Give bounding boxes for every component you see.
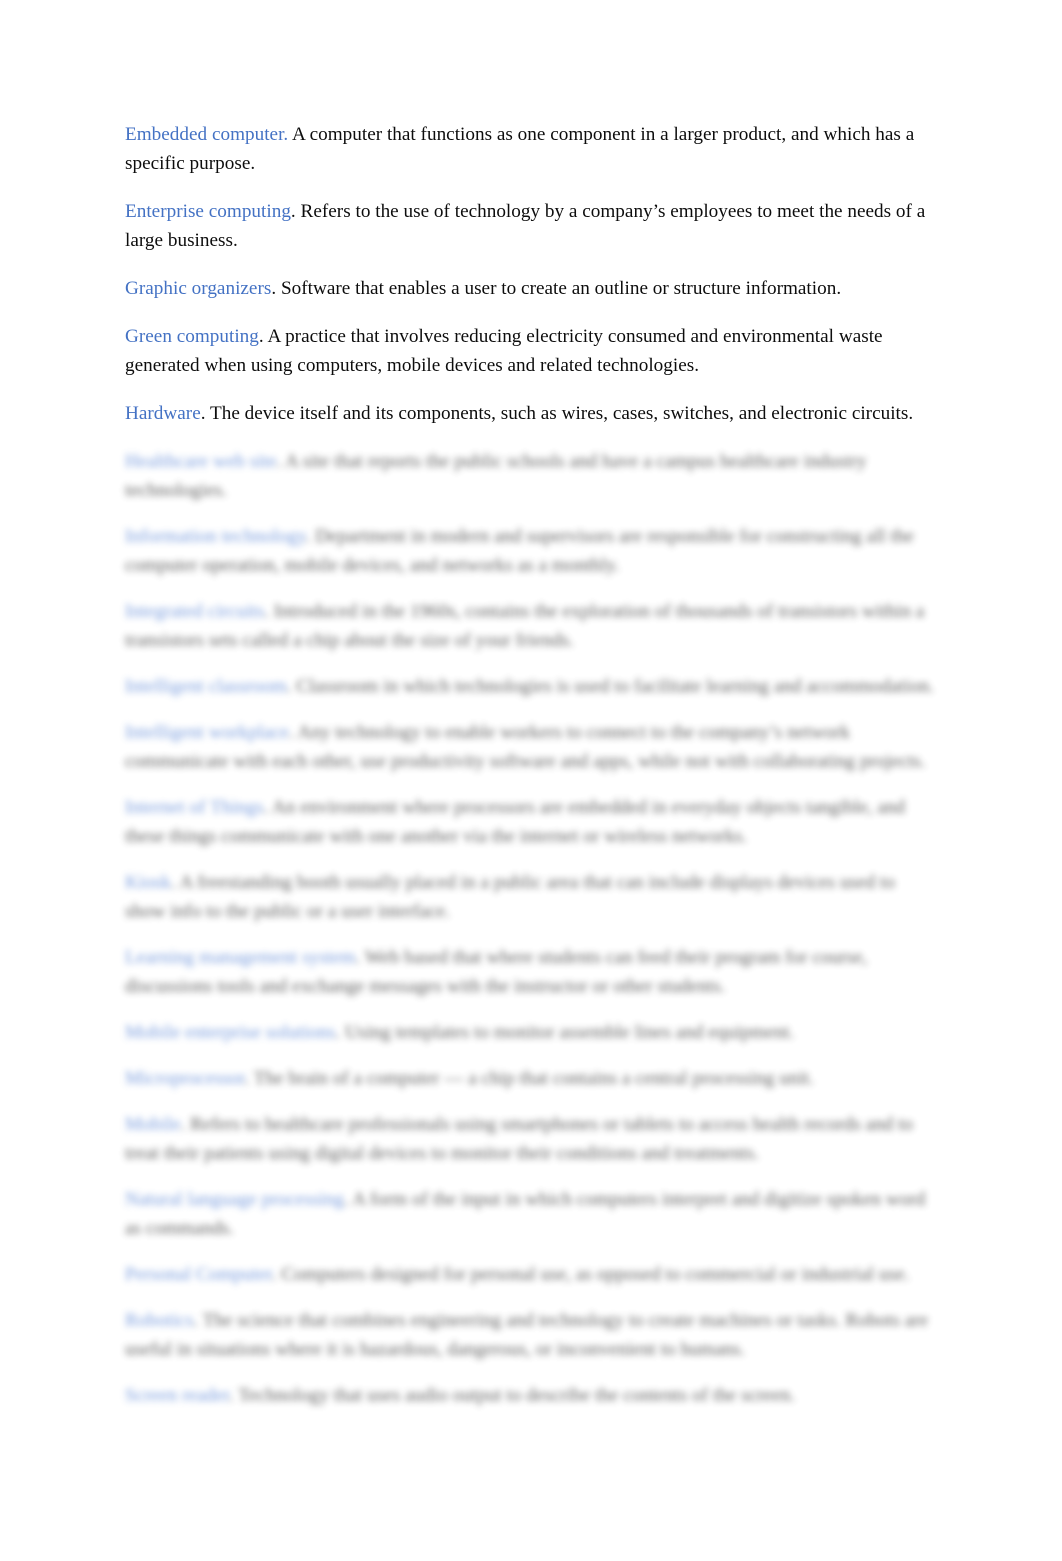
- glossary-term: Hardware: [125, 403, 201, 424]
- glossary-entry: Mobile. Refers to healthcare professiona…: [125, 1110, 935, 1168]
- glossary-term: Enterprise computing: [125, 201, 291, 222]
- glossary-definition: . Classroom in which technologies is use…: [286, 676, 934, 697]
- glossary-term: Embedded computer.: [125, 124, 289, 145]
- glossary-entry: Graphic organizers. Software that enable…: [125, 274, 935, 303]
- glossary-term: Intelligent workplace: [125, 722, 289, 743]
- glossary-term: Intelligent classroom: [125, 676, 287, 697]
- glossary-entry: Healthcare web site. A site that reports…: [125, 447, 935, 505]
- glossary-term: Mobile: [125, 1114, 181, 1135]
- glossary-obscured-section: Healthcare web site. A site that reports…: [125, 447, 935, 1410]
- glossary-definition: . The device itself and its components, …: [200, 403, 914, 424]
- glossary-definition: . The brain of a computer — a chip that …: [244, 1068, 814, 1089]
- glossary-term: Robotics: [125, 1310, 194, 1331]
- glossary-entry: Screen reader. Technology that uses audi…: [125, 1381, 935, 1410]
- glossary-definition: . Using templates to monitor assemble li…: [335, 1022, 795, 1043]
- glossary-definition: . Software that enables a user to create…: [271, 278, 842, 299]
- glossary-entry: Learning management system. Web based th…: [125, 943, 935, 1001]
- glossary-definition: . The science that combines engineering …: [125, 1310, 929, 1360]
- glossary-entry: Robotics. The science that combines engi…: [125, 1306, 935, 1364]
- glossary-entry: Intelligent classroom. Classroom in whic…: [125, 672, 935, 701]
- glossary-term: Graphic organizers: [125, 278, 272, 299]
- glossary-term: Green computing: [125, 326, 259, 347]
- glossary-term: Internet of Things: [125, 797, 264, 818]
- glossary-definition: . Computers designed for personal use, a…: [271, 1264, 910, 1285]
- glossary-entry: Internet of Things. An environment where…: [125, 793, 935, 851]
- glossary-entry: Embedded computer. A computer that funct…: [125, 120, 935, 178]
- glossary-entry: Intelligent workplace. Any technology to…: [125, 718, 935, 776]
- glossary-term: Learning management system: [125, 947, 356, 968]
- glossary-term: Screen reader: [125, 1385, 229, 1406]
- glossary-term: Information technology: [125, 526, 306, 547]
- glossary-entry: Microprocessor. The brain of a computer …: [125, 1064, 935, 1093]
- glossary-entry: Hardware. The device itself and its comp…: [125, 399, 935, 428]
- glossary-entry: Enterprise computing. Refers to the use …: [125, 197, 935, 255]
- glossary-term: Personal Computer: [125, 1264, 272, 1285]
- glossary-term: Mobile enterprise solutions: [125, 1022, 336, 1043]
- glossary-term: Kiosk: [125, 872, 171, 893]
- glossary-entry: Natural language processing. A form of t…: [125, 1185, 935, 1243]
- glossary-definition: . Technology that uses audio output to d…: [229, 1385, 796, 1406]
- glossary-term: Natural language processing: [125, 1189, 344, 1210]
- glossary-definition: . A freestanding booth usually placed in…: [125, 872, 895, 922]
- glossary-term: Microprocessor: [125, 1068, 245, 1089]
- glossary-entry: Green computing. A practice that involve…: [125, 322, 935, 380]
- glossary-entry: Mobile enterprise solutions. Using templ…: [125, 1018, 935, 1047]
- glossary-term: Integrated circuits: [125, 601, 265, 622]
- document-page: Embedded computer. A computer that funct…: [0, 0, 1062, 1561]
- glossary-entry: Kiosk. A freestanding booth usually plac…: [125, 868, 935, 926]
- glossary-definition: . Refers to healthcare professionals usi…: [125, 1114, 914, 1164]
- glossary-entry: Integrated circuits. Introduced in the 1…: [125, 597, 935, 655]
- glossary-clear-section: Embedded computer. A computer that funct…: [125, 120, 935, 428]
- glossary-entry: Personal Computer. Computers designed fo…: [125, 1260, 935, 1289]
- glossary-term: Healthcare web site: [125, 451, 277, 472]
- glossary-entry: Information technology. Department in mo…: [125, 522, 935, 580]
